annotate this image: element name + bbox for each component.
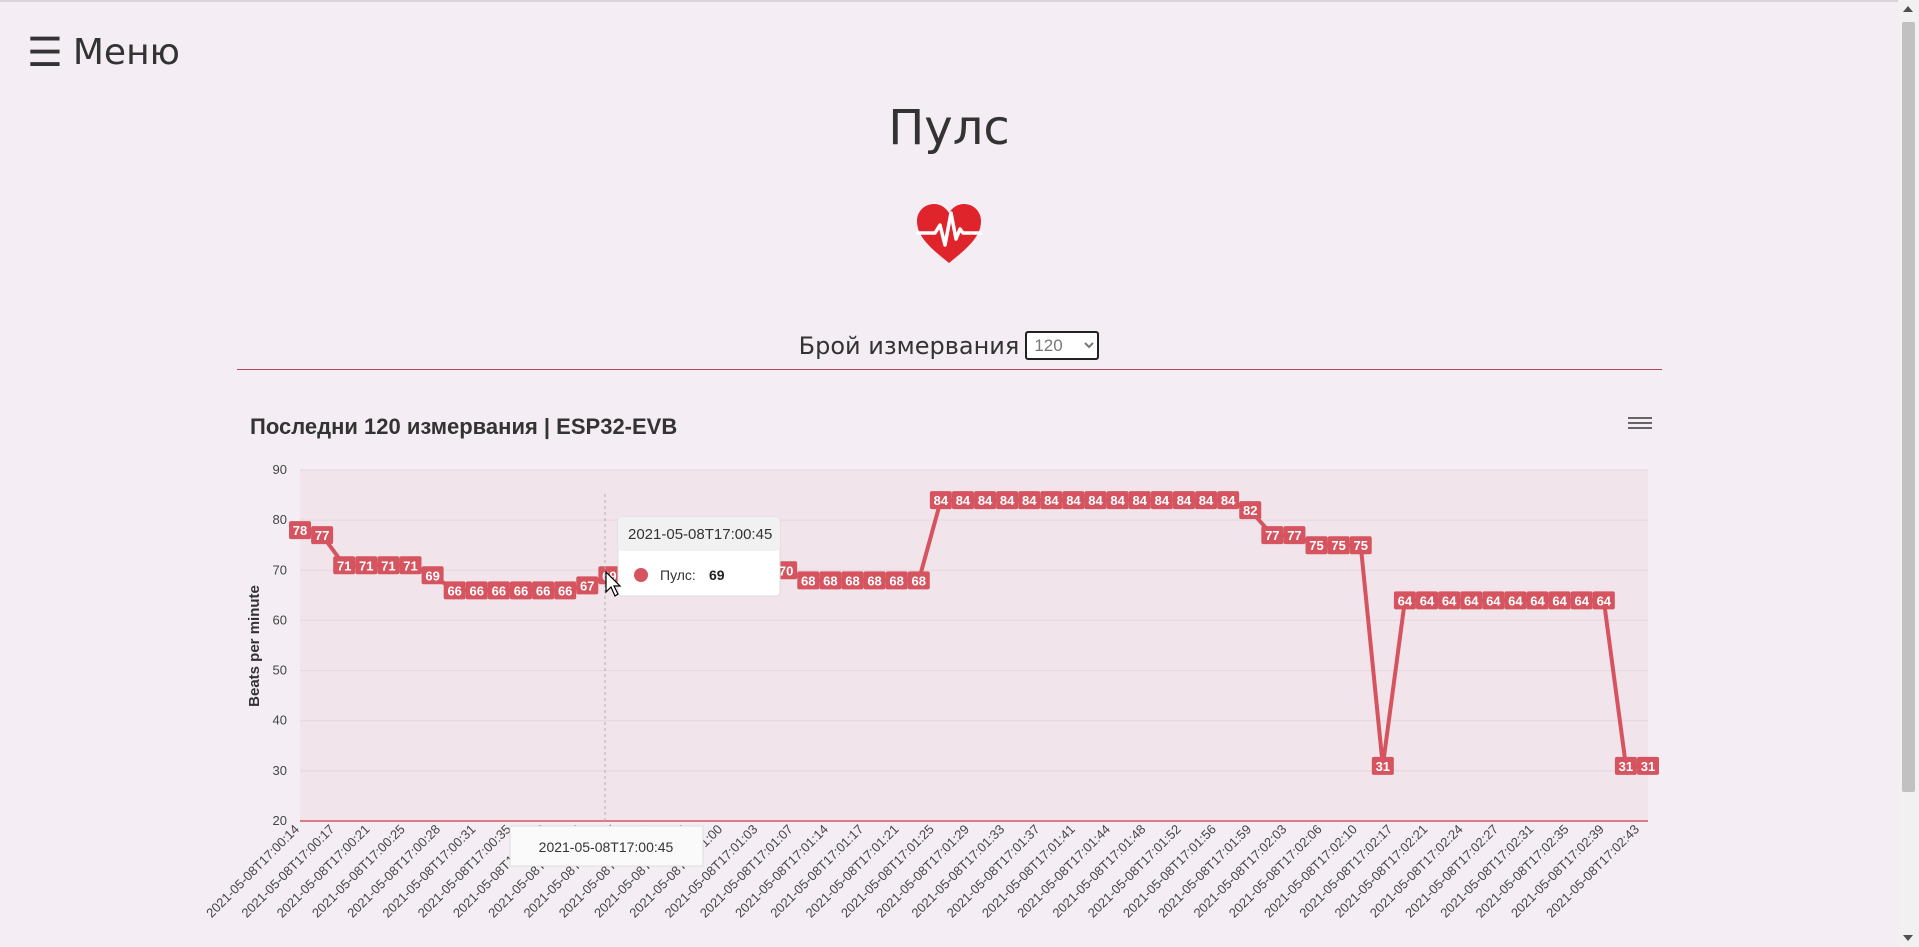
y-tick-label: 30: [273, 763, 287, 778]
data-label: 84: [1066, 493, 1081, 508]
data-label: 31: [1376, 759, 1390, 774]
data-label: 71: [381, 558, 395, 573]
data-label: 84: [1221, 493, 1236, 508]
plot-area: [300, 470, 1648, 821]
data-label: 84: [1199, 493, 1214, 508]
data-label: 64: [1486, 593, 1501, 608]
data-label: 64: [1508, 593, 1523, 608]
data-label: 84: [1110, 493, 1125, 508]
data-label: 64: [1597, 593, 1612, 608]
data-label: 64: [1530, 593, 1545, 608]
data-label: 66: [470, 583, 484, 598]
data-label: 67: [580, 578, 594, 593]
data-label: 66: [558, 583, 572, 598]
data-label: 68: [845, 573, 859, 588]
data-label: 66: [514, 583, 528, 598]
data-label: 31: [1641, 759, 1655, 774]
tooltip-series-name: Пулс:: [660, 567, 696, 583]
scroll-up-arrow-icon[interactable]: [1903, 6, 1913, 12]
data-label: 64: [1464, 593, 1479, 608]
data-label: 70: [779, 563, 793, 578]
vertical-scrollbar[interactable]: [1898, 0, 1919, 947]
y-axis-label: Beats per minute: [246, 585, 263, 707]
data-label: 75: [1309, 538, 1323, 553]
y-tick-label: 40: [273, 713, 287, 728]
data-label: 84: [1022, 493, 1037, 508]
data-label: 68: [801, 573, 815, 588]
data-label: 71: [359, 558, 373, 573]
tooltip-time: 2021-05-08T17:00:45: [628, 526, 772, 543]
data-label: 64: [1552, 593, 1567, 608]
y-tick-label: 20: [273, 813, 287, 828]
data-label: 69: [425, 568, 439, 583]
data-label: 71: [337, 558, 351, 573]
pulse-chart: 20 30 40 50 60 70 80 90 Beats per minute 2021-05-…: [203, 462, 1659, 921]
y-tick-label: 70: [273, 562, 287, 577]
scroll-down-arrow-icon[interactable]: [1903, 935, 1913, 941]
y-tick-label: 80: [273, 512, 287, 527]
data-label: 75: [1331, 538, 1345, 553]
tooltip-value: 69: [709, 567, 725, 583]
tooltip-marker-icon: [634, 568, 648, 582]
data-label: 68: [889, 573, 903, 588]
data-label: 64: [1442, 593, 1457, 608]
data-label: 82: [1243, 503, 1257, 518]
data-label: 71: [403, 558, 417, 573]
data-label: 84: [956, 493, 971, 508]
crosshair-label: 2021-05-08T17:00:45: [539, 839, 674, 855]
data-label: 66: [492, 583, 506, 598]
scrollbar-thumb[interactable]: [1902, 22, 1915, 792]
data-label: 68: [823, 573, 837, 588]
data-label: 77: [1265, 528, 1279, 543]
data-label: 84: [1000, 493, 1015, 508]
data-label: 68: [867, 573, 881, 588]
data-label: 84: [934, 493, 949, 508]
data-label: 64: [1398, 593, 1413, 608]
data-label: 66: [447, 583, 461, 598]
data-label: 66: [536, 583, 550, 598]
data-label: 84: [978, 493, 993, 508]
data-label: 84: [1155, 493, 1170, 508]
data-label: 64: [1574, 593, 1589, 608]
y-tick-label: 90: [273, 462, 287, 477]
data-label: 75: [1353, 538, 1367, 553]
data-label: 31: [1619, 759, 1633, 774]
data-label: 84: [1133, 493, 1148, 508]
data-label: 84: [1088, 493, 1103, 508]
data-label: 77: [315, 528, 329, 543]
data-label: 77: [1287, 528, 1301, 543]
data-label: 68: [912, 573, 926, 588]
y-tick-label: 60: [273, 612, 287, 627]
data-label: 78: [293, 523, 307, 538]
y-tick-label: 50: [273, 663, 287, 678]
data-label: 64: [1420, 593, 1435, 608]
data-label: 84: [1044, 493, 1059, 508]
data-label: 84: [1177, 493, 1192, 508]
